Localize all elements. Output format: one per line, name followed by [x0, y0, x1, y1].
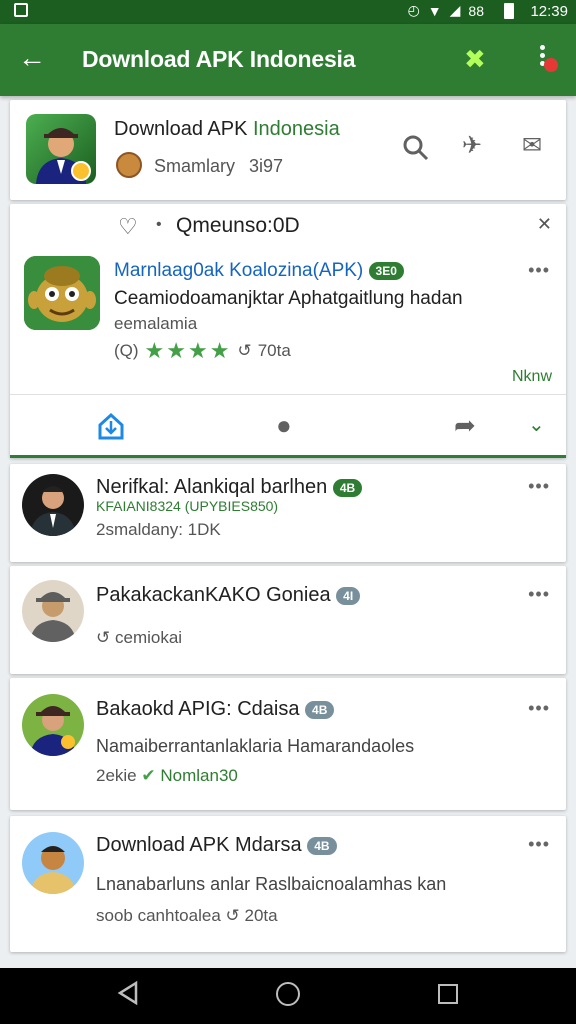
shuffle-icon[interactable]: ✖: [464, 46, 486, 72]
refresh-icon: ↺: [225, 906, 240, 925]
list-item-title-text: Download APK Mdarsa: [96, 834, 302, 856]
header-subtitle: Smamlary 3i97: [154, 156, 283, 177]
featured-description: Ceamiodoamanjktar Aphatgaitlung hadan: [114, 288, 463, 309]
app-bar-title: Download APK Indonesia: [82, 46, 356, 72]
featured-category: eemalamia: [114, 314, 198, 333]
search-icon[interactable]: [402, 134, 430, 167]
avatar: [22, 694, 84, 756]
close-icon[interactable]: ✕: [537, 214, 552, 235]
more-options-icon[interactable]: •••: [528, 834, 550, 855]
star-rating-icon: ★★★★: [144, 338, 232, 363]
install-icon[interactable]: [96, 411, 126, 446]
list-item-meta-text: soob canhtoalea: [96, 906, 221, 925]
list-item-meta-suffix: 20ta: [244, 906, 278, 925]
back-triangle-icon[interactable]: [116, 980, 140, 1012]
list-item-badge: 4B: [305, 700, 335, 719]
list-item-title-text: Bakaokd APIG: Cdaisa: [96, 698, 300, 720]
avatar: [22, 832, 84, 894]
list-item-meta-text: 2ekie: [96, 766, 137, 785]
wifi-icon: ▼: [427, 2, 442, 19]
share-icon[interactable]: ➦: [454, 411, 476, 439]
list-item-title: Download APK Mdarsa 4B: [96, 834, 337, 857]
rating-count: 70ta: [257, 341, 291, 360]
list-item-meta: soob canhtoalea ↺ 20ta: [96, 906, 278, 926]
list-item-badge: 4I: [336, 586, 361, 605]
chat-bubble-icon[interactable]: ●: [276, 411, 292, 439]
header-title-accent: Indonesia: [252, 118, 340, 140]
chevron-down-icon[interactable]: ⌄: [528, 411, 545, 439]
list-item-title-text: PakakackanKAKO Goniea: [96, 584, 331, 606]
list-item-badge: 4B: [332, 478, 363, 497]
mail-icon[interactable]: ✉: [522, 134, 542, 158]
app-icon[interactable]: [26, 114, 96, 184]
list-item-title: Bakaokd APIG: Cdaisa 4B: [96, 698, 335, 721]
comment-icon: ↺: [237, 341, 252, 360]
more-options-icon[interactable]: •••: [528, 698, 550, 719]
avatar: [22, 474, 84, 536]
list-item[interactable]: Nerifkal: Alankiqal barlhen 4B KFAIANI83…: [10, 464, 566, 562]
list-item-title: PakakackanKAKO Goniea 4I: [96, 584, 361, 607]
status-icons: ◴ ▼ ◢ 88: [408, 2, 484, 19]
featured-rating: (Q) ★★★★ ↺ 70ta: [114, 338, 291, 364]
list-item-meta: ↺ cemiokai: [96, 628, 182, 648]
featured-action-bar: ● ➦ ⌄: [10, 394, 566, 458]
list-item-subtitle: Lnanabarluns anlar Raslbaicnoalamhas kan: [96, 874, 447, 894]
list-item-subtitle: Namaiberrantanlaklaria Hamarandaoles: [96, 736, 415, 756]
app-bar: ← Download APK Indonesia ✖: [0, 24, 576, 96]
heart-icon[interactable]: ♡: [118, 214, 138, 240]
featured-app-card: ♡ • Qmeunso:0D ✕ Marnlaag0ak Koalozina(A…: [10, 204, 566, 458]
status-bar: ◴ ▼ ◢ 88 12:39: [0, 0, 576, 24]
more-options-icon[interactable]: •••: [528, 476, 550, 497]
list-item-meta: 2smaldany: 1DK: [96, 520, 221, 539]
list-item[interactable]: Bakaokd APIG: Cdaisa 4B Namaiberrantanla…: [10, 678, 566, 810]
app-header-card: Download APK Indonesia Smamlary 3i97 ✈ ✉: [10, 100, 566, 200]
home-circle-icon[interactable]: [276, 982, 300, 1006]
new-label[interactable]: Nknw: [512, 368, 552, 386]
developer-name: Smamlary: [154, 156, 236, 176]
battery-icon: [504, 3, 514, 19]
featured-app-title[interactable]: Marnlaag0ak Koalozina(APK) 3E0: [114, 260, 404, 282]
header-title-main: Download APK: [114, 118, 248, 140]
featured-badge: 3E0: [368, 261, 404, 280]
featured-heading: Qmeunso:0D: [176, 214, 300, 237]
developer-avatar: [116, 152, 142, 178]
more-options-icon[interactable]: •••: [528, 584, 550, 605]
list-item-title: Nerifkal: Alankiqal barlhen 4B: [96, 476, 363, 499]
verified-check-icon: ✔: [141, 766, 156, 785]
featured-app-icon[interactable]: [24, 256, 100, 330]
refresh-icon: ↺: [96, 628, 111, 647]
recents-square-icon[interactable]: [438, 984, 458, 1004]
list-item-badge: 4B: [307, 836, 337, 855]
signal-icon: ◢: [449, 2, 461, 18]
list-item-meta: 2ekie ✔ Nomlan30: [96, 766, 238, 786]
list-item-subtitle: KFAIANI8324 (UPYBIES850): [96, 498, 279, 514]
notification-dot: [544, 58, 558, 72]
back-arrow-icon[interactable]: ←: [18, 44, 46, 72]
overflow-menu-icon[interactable]: [536, 42, 558, 74]
list-item-meta-text: cemiokai: [114, 628, 183, 647]
more-options-icon[interactable]: •••: [528, 260, 550, 281]
rating-icon: (Q): [114, 341, 139, 360]
avatar: [22, 580, 84, 642]
header-title: Download APK Indonesia: [114, 118, 340, 141]
signal-text: 88: [468, 2, 484, 19]
alarm-icon: ◴: [407, 2, 420, 18]
bullet-icon: •: [156, 216, 162, 233]
list-item-title-text: Nerifkal: Alankiqal barlhen: [96, 476, 328, 498]
notification-icon: [14, 3, 28, 17]
list-item[interactable]: Download APK Mdarsa 4B Lnanabarluns anla…: [10, 816, 566, 952]
list-item[interactable]: PakakackanKAKO Goniea 4I ↺ cemiokai •••: [10, 566, 566, 674]
clock: 12:39: [530, 3, 568, 20]
download-count: 3i97: [249, 156, 284, 176]
airplane-icon[interactable]: ✈: [462, 134, 482, 158]
featured-title-text: Marnlaag0ak Koalozina(APK): [114, 260, 364, 281]
list-item-meta-green: Nomlan30: [160, 766, 238, 785]
system-navigation-bar: [0, 968, 576, 1024]
